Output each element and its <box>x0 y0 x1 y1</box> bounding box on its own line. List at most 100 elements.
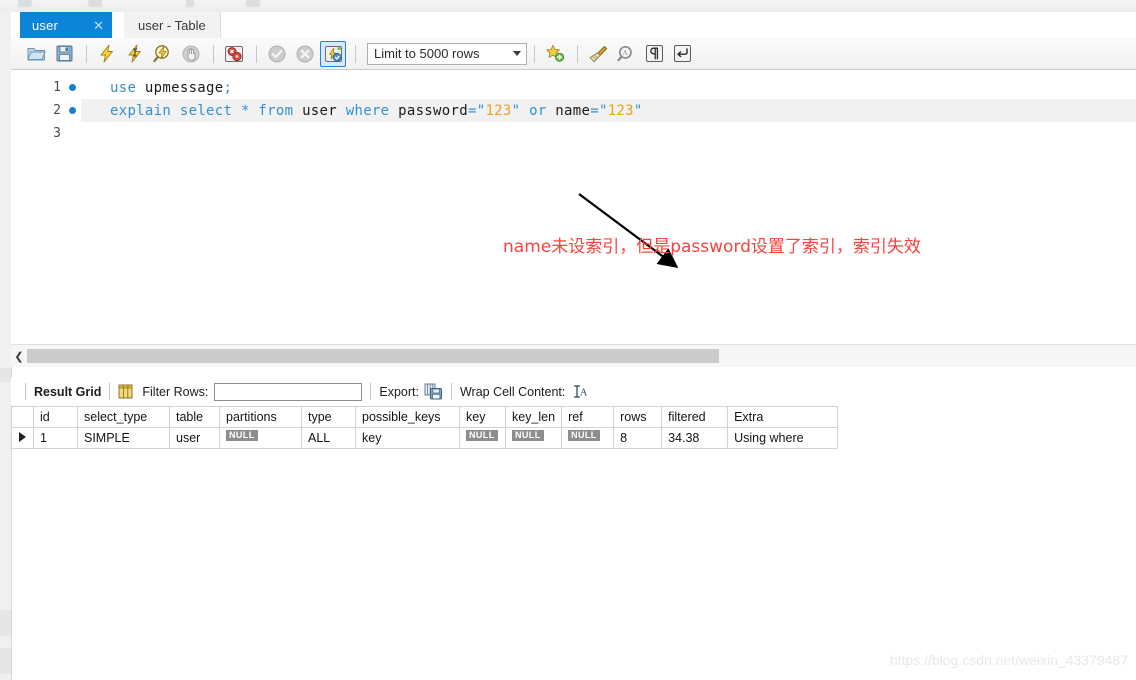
save-snippet-button[interactable] <box>542 41 568 67</box>
export-disk-icon[interactable] <box>424 383 443 400</box>
toolbar-separator <box>109 383 111 400</box>
code-token: ; <box>223 79 233 96</box>
wrap-cell-content-label: Wrap Cell Content: <box>459 384 566 399</box>
editor-horizontal-scrollbar[interactable]: ❮ <box>11 344 1136 367</box>
grid-view-icon[interactable] <box>118 384 133 399</box>
open-sql-script-button[interactable] <box>23 41 49 67</box>
cell-table[interactable]: user <box>169 427 220 449</box>
row-marker-header <box>11 406 34 428</box>
cell-ref[interactable]: NULL <box>561 427 615 449</box>
column-header-Extra[interactable]: Extra <box>727 406 839 428</box>
editor-code-line[interactable]: use upmessage; <box>81 76 232 99</box>
cell-type[interactable]: ALL <box>301 427 356 449</box>
ghost-icon <box>18 0 32 7</box>
null-badge: NULL <box>226 430 258 441</box>
ghost-icon <box>186 0 194 7</box>
rail-segment <box>0 610 11 636</box>
execute-current-statement-button[interactable] <box>122 41 148 67</box>
toolbar-separator <box>534 44 535 63</box>
editor-tab-bar: user ✕ user - Table <box>11 12 1136 39</box>
column-header-possible_keys[interactable]: possible_keys <box>355 406 460 428</box>
svg-text:A: A <box>622 49 627 57</box>
toggle-stop-on-error-button[interactable] <box>221 41 247 67</box>
cell-id[interactable]: 1 <box>33 427 78 449</box>
watermark-text: https://blog.csdn.net/weixin_43379487 <box>889 652 1128 668</box>
toolbar-separator <box>370 383 372 400</box>
cell-key[interactable]: NULL <box>459 427 506 449</box>
stop-on-error-icon <box>225 45 243 62</box>
table-body: 1 SIMPLE user NULL ALL key NULL NULL NULL 8 34.38 U… <box>11 427 839 449</box>
toggle-autocommit-button[interactable] <box>320 40 346 67</box>
commit-transaction-button[interactable] <box>264 41 290 67</box>
cell-partitions[interactable]: NULL <box>219 427 302 449</box>
statement-marker-icon <box>69 84 76 91</box>
wrap-arrow-icon <box>673 45 691 62</box>
code-token: explain <box>110 102 172 119</box>
cell-possible_keys[interactable]: key <box>355 427 460 449</box>
cell-filtered[interactable]: 34.38 <box>661 427 729 449</box>
rail-segment <box>0 648 11 674</box>
lightning-cursor-icon <box>128 44 141 63</box>
row-limit-select[interactable]: Limit to 5000 rows <box>367 42 527 65</box>
cell-select_type[interactable]: SIMPLE <box>77 427 170 449</box>
column-header-filtered[interactable]: filtered <box>661 406 729 428</box>
column-header-ref[interactable]: ref <box>561 406 615 428</box>
toggle-word-wrap-button[interactable] <box>669 41 695 67</box>
export-label: Export: <box>379 384 419 399</box>
cell-key_len[interactable]: NULL <box>504 427 563 449</box>
filter-rows-input[interactable] <box>214 382 363 401</box>
column-header-select_type[interactable]: select_type <box>77 406 170 428</box>
chevron-down-icon[interactable] <box>508 51 526 56</box>
table-row[interactable]: 1 SIMPLE user NULL ALL key NULL NULL NULL 8 34.38 U… <box>11 427 839 449</box>
chevron-left-icon[interactable]: ❮ <box>11 345 27 367</box>
column-header-key_len[interactable]: key_len <box>504 406 563 428</box>
column-header-id[interactable]: id <box>33 406 78 428</box>
rollback-transaction-button[interactable] <box>292 41 318 67</box>
code-token: " <box>511 102 521 119</box>
column-header-key[interactable]: key <box>459 406 506 428</box>
tab-user-table-label: user - Table <box>138 17 206 33</box>
rail-segment <box>0 368 11 382</box>
scrollbar-thumb[interactable] <box>27 349 719 363</box>
execute-statement-button[interactable] <box>94 41 120 67</box>
find-in-script-button[interactable]: A <box>613 41 639 67</box>
close-icon[interactable]: ✕ <box>93 19 104 32</box>
column-header-type[interactable]: type <box>301 406 356 428</box>
ghost-icon <box>246 0 260 7</box>
tab-user[interactable]: user ✕ <box>20 12 112 38</box>
toggle-invisible-chars-button[interactable] <box>641 41 667 67</box>
row-limit-value: Limit to 5000 rows <box>374 46 480 61</box>
column-header-table[interactable]: table <box>169 406 220 428</box>
null-badge: NULL <box>568 430 600 441</box>
column-header-rows[interactable]: rows <box>613 406 663 428</box>
result-grid-toolbar: Result Grid Filter Rows: Export: Wrap Ce… <box>11 378 1136 405</box>
editor-code-line[interactable] <box>81 122 110 145</box>
null-badge: NULL <box>466 430 498 441</box>
beautify-sql-button[interactable] <box>585 41 611 67</box>
editor-line-number: 1 <box>11 76 81 99</box>
tab-user-table[interactable]: user - Table <box>124 12 221 38</box>
explain-result-table[interactable]: id select_type table partitions type possible… <box>11 406 839 449</box>
editor-line-number: 2 <box>11 99 81 122</box>
table-header-row: id select_type table partitions type possible… <box>11 406 839 428</box>
null-badge: NULL <box>512 430 544 441</box>
code-token: " <box>633 102 643 119</box>
toolbar-separator <box>213 44 214 63</box>
save-icon <box>56 45 72 62</box>
stop-statement-button[interactable] <box>178 41 204 67</box>
code-token: select <box>179 102 233 119</box>
line-number-label: 2 <box>53 103 61 118</box>
cell-Extra[interactable]: Using where <box>727 427 839 449</box>
save-sql-script-button[interactable] <box>51 41 77 67</box>
column-header-partitions[interactable]: partitions <box>219 406 302 428</box>
cell-rows[interactable]: 8 <box>613 427 663 449</box>
editor-code-line[interactable]: explain select * from user where passwor… <box>81 99 1136 122</box>
sql-editor-toolbar: Limit to 5000 rows A <box>11 38 1136 70</box>
sql-editor-area[interactable]: 123 use upmessage; explain select * from … <box>11 70 1136 344</box>
explain-statement-button[interactable] <box>150 41 176 67</box>
wrap-text-icon[interactable]: A <box>572 384 588 399</box>
code-token: name <box>555 102 591 119</box>
